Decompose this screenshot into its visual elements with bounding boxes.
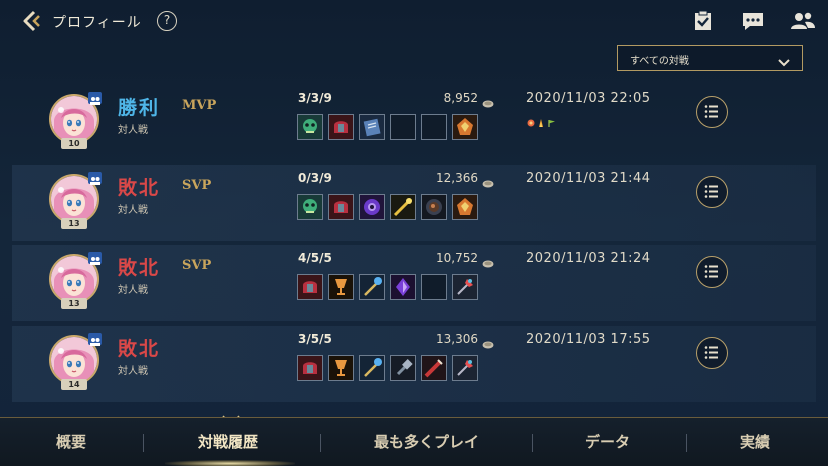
- match-result: 敗北: [118, 177, 161, 199]
- rank-badge: SVP: [182, 178, 212, 193]
- gold-amount: 13,306: [436, 332, 478, 346]
- match-datetime: 2020/11/03 17:55: [526, 332, 651, 347]
- nav-divider: [143, 434, 144, 452]
- item-slot-blue-book: [359, 114, 385, 140]
- group-match-icon: [88, 92, 102, 105]
- group-match-icon: [88, 252, 102, 265]
- match-datetime: 2020/11/03 21:44: [526, 171, 651, 186]
- match-datetime: 2020/11/03 21:24: [526, 251, 651, 266]
- chevron-down-icon: [778, 53, 790, 67]
- list-icon: [704, 346, 718, 359]
- tab-most-played[interactable]: 最も多くプレイ: [374, 431, 479, 452]
- top-bar: プロフィール ?: [0, 0, 828, 44]
- hero-level: 14: [61, 379, 87, 390]
- item-slot-purple-orb: [359, 194, 385, 220]
- item-slot-green-skull: [297, 194, 323, 220]
- tab-match-history[interactable]: 対戦履歴: [198, 431, 258, 452]
- checklist-icon[interactable]: [692, 10, 716, 34]
- item-slot-dark-orb: [421, 194, 447, 220]
- coin-icon: [482, 173, 494, 188]
- nav-divider: [686, 434, 687, 452]
- item-slot-red-helm: [328, 194, 354, 220]
- coin-icon: [482, 253, 494, 268]
- game-mode: 対人戦: [118, 366, 148, 377]
- match-result: 敗北: [118, 257, 161, 279]
- match-row[interactable]: 13 敗北 SVP 対人戦 0/3/9 12,366 2020/11/03 21…: [12, 165, 816, 241]
- item-slot-purple-crystal: [390, 274, 416, 300]
- match-detail-button[interactable]: [696, 96, 728, 128]
- list-icon: [704, 185, 718, 198]
- page-title: プロフィール: [52, 15, 142, 31]
- hero-avatar[interactable]: 14: [49, 333, 102, 390]
- item-slot-gold-staff: [390, 194, 416, 220]
- item-slot-gold-goblet: [328, 274, 354, 300]
- item-slot-feather-wand: [452, 274, 478, 300]
- bottom-navigation: 概要 対戦履歴 最も多くプレイ データ 実績: [0, 417, 828, 466]
- hero-level: 13: [61, 218, 87, 229]
- match-result: 勝利: [118, 97, 161, 119]
- item-slot-silver-hammer: [390, 355, 416, 381]
- match-row[interactable]: 10 勝利 MVP 対人戦 3/3/9 8,952 2020/11/03 22:…: [12, 85, 816, 161]
- filter-selected-value: すべての対戦: [630, 56, 689, 67]
- group-match-icon: [88, 333, 102, 346]
- match-detail-button[interactable]: [696, 337, 728, 369]
- kda-score: 3/5/5: [298, 332, 332, 346]
- list-icon: [704, 105, 718, 118]
- nav-divider: [320, 434, 321, 452]
- item-slot-red-helm: [328, 114, 354, 140]
- list-icon: [704, 265, 718, 278]
- back-arrow-icon[interactable]: [20, 9, 44, 33]
- nav-divider: [532, 434, 533, 452]
- match-row[interactable]: 13 敗北 SVP 対人戦 4/5/5 10,752 2020/11/03 21…: [12, 245, 816, 321]
- game-mode: 対人戦: [118, 205, 148, 216]
- item-slot-blue-scepter: [359, 355, 385, 381]
- item-slot-empty: [421, 114, 447, 140]
- tab-overview[interactable]: 概要: [56, 431, 86, 452]
- hero-level: 13: [61, 298, 87, 309]
- chat-icon[interactable]: [741, 10, 765, 34]
- item-slot-feather-wand: [452, 355, 478, 381]
- match-filter-dropdown[interactable]: すべての対戦: [617, 45, 803, 71]
- hero-level: 10: [61, 138, 87, 149]
- gold-amount: 12,366: [436, 171, 478, 185]
- rank-badge: SVP: [182, 258, 212, 273]
- game-mode: 対人戦: [118, 125, 148, 136]
- gold-amount: 8,952: [443, 91, 478, 105]
- tab-achievements[interactable]: 実績: [740, 431, 770, 452]
- item-slot-blue-scepter: [359, 274, 385, 300]
- gold-amount: 10,752: [436, 251, 478, 265]
- hero-avatar[interactable]: 10: [49, 92, 102, 149]
- item-slot-green-skull: [297, 114, 323, 140]
- tab-data[interactable]: データ: [585, 431, 630, 452]
- game-mode: 対人戦: [118, 285, 148, 296]
- item-slot-red-blade: [421, 355, 447, 381]
- item-slot-red-helm: [297, 274, 323, 300]
- match-datetime: 2020/11/03 22:05: [526, 91, 651, 106]
- achievement-emblems: [527, 113, 567, 127]
- kda-score: 3/3/9: [298, 91, 332, 105]
- coin-icon: [482, 334, 494, 349]
- friends-icon[interactable]: [790, 10, 815, 34]
- help-icon[interactable]: ?: [157, 11, 177, 31]
- hero-avatar[interactable]: 13: [49, 172, 102, 229]
- rank-badge: MVP: [182, 98, 217, 113]
- kda-score: 0/3/9: [298, 171, 332, 185]
- item-slot-phoenix-crest: [452, 194, 478, 220]
- coin-icon: [482, 93, 494, 108]
- match-detail-button[interactable]: [696, 256, 728, 288]
- item-slot-red-helm: [297, 355, 323, 381]
- item-slot-empty: [421, 274, 447, 300]
- match-result: 敗北: [118, 338, 161, 360]
- hero-avatar[interactable]: 13: [49, 252, 102, 309]
- item-slot-empty: [390, 114, 416, 140]
- item-slot-gold-goblet: [328, 355, 354, 381]
- group-match-icon: [88, 172, 102, 185]
- item-slot-phoenix-crest: [452, 114, 478, 140]
- kda-score: 4/5/5: [298, 251, 332, 265]
- active-tab-glow: [165, 460, 295, 466]
- match-detail-button[interactable]: [696, 176, 728, 208]
- match-row[interactable]: 14 敗北 対人戦 3/5/5 13,306 2020/11/03 17:55: [12, 326, 816, 402]
